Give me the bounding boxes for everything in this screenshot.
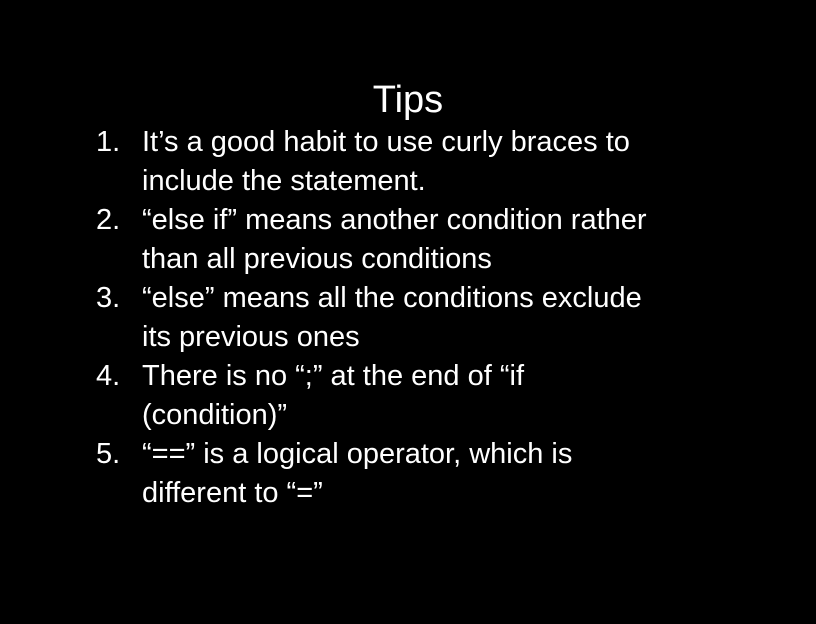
tip-text: “else” means all the conditions exclude … [142,279,736,357]
tip-item-4: 4. There is no “;” at the end of “if (co… [96,357,736,435]
tip-line: “==” is a logical operator, which is [142,438,573,470]
tip-number: 4. [96,360,121,392]
tip-line: “else” means all the conditions exclude [142,282,642,314]
tip-text: There is no “;” at the end of “if (condi… [142,357,736,435]
tip-line: include the statement. [142,165,426,197]
tip-item-3: 3. “else” means all the conditions exclu… [96,279,736,357]
tip-item-2: 2. “else if” means another condition rat… [96,201,736,279]
tip-number: 5. [96,438,121,470]
tip-line: (condition)” [142,399,288,431]
tip-text: “==” is a logical operator, which is dif… [142,435,736,513]
tip-line: There is no “;” at the end of “if [142,360,525,392]
tip-number: 2. [96,204,121,236]
tip-line: its previous ones [142,321,360,353]
slide: Tips 1. It’s a good habit to use curly b… [0,0,816,624]
tip-text: “else if” means another condition rather… [142,201,736,279]
slide-title: Tips [372,79,444,121]
tip-line: different to “=” [142,477,323,509]
tips-list: 1. It’s a good habit to use curly braces… [96,123,736,513]
tip-line: than all previous conditions [142,243,492,275]
tip-item-5: 5. “==” is a logical operator, which is … [96,435,736,513]
tip-item-1: 1. It’s a good habit to use curly braces… [96,123,736,201]
tip-line: “else if” means another condition rather [142,204,647,236]
tip-text: It’s a good habit to use curly braces to… [142,123,736,201]
tip-number: 3. [96,282,121,314]
tip-number: 1. [96,126,121,158]
tip-line: It’s a good habit to use curly braces to [142,126,630,158]
